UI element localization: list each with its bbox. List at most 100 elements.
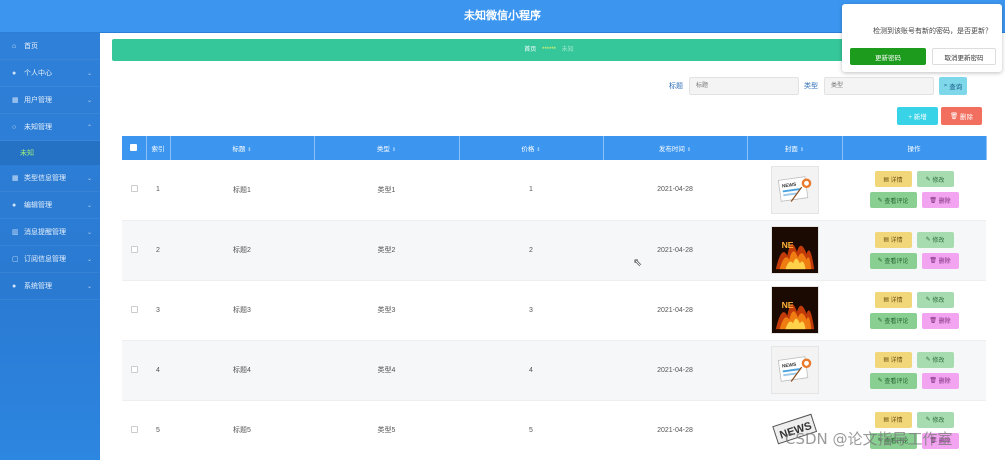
detail-button[interactable]: ▤ 详情: [874, 231, 912, 248]
edit-label: 修改: [932, 298, 945, 304]
row-select-cell[interactable]: [122, 400, 146, 460]
view-comments-button[interactable]: ✎ 查看评论: [869, 192, 917, 209]
sidebar-item-profile[interactable]: ● 个人中心 ⌄: [0, 60, 100, 87]
svg-text:NE: NE: [781, 240, 793, 250]
edit-button[interactable]: ✎ 修改: [916, 231, 954, 248]
delete-button[interactable]: 🗑 删除: [921, 312, 959, 329]
sidebar-item-unknown[interactable]: ○ 未知管理 ⌃: [0, 114, 100, 141]
home-icon: ⌂: [12, 42, 17, 50]
search-type-group: 类型: [804, 77, 934, 95]
column-header-label: 价格: [521, 146, 535, 153]
data-table: 索引 标题 ⇕ 类型 ⇕ 价格 ⇕ 发布时间 ⇕ 封面 ⇕ 操作 1 标题1 类型1 1 …: [122, 136, 987, 460]
chevron-up-icon: ⌃: [86, 124, 92, 131]
detail-label: 详情: [890, 177, 903, 184]
search-type-input[interactable]: [824, 77, 934, 95]
edit-label: 修改: [932, 238, 945, 244]
sidebar-item-home[interactable]: ⌂ 首页: [0, 33, 100, 60]
cell-title: 标题3: [170, 280, 314, 341]
sidebar-item-subscription[interactable]: ▢ 订阅信息管理 ⌄: [0, 246, 100, 273]
password-update-popup: 检测到该账号有新的密码，是否更新？ 更新密码 取消更新密码: [842, 4, 1002, 72]
sidebar-item-type-info[interactable]: ▦ 类型信息管理 ⌄: [0, 165, 100, 192]
column-header-price[interactable]: 价格 ⇕: [459, 136, 604, 160]
batch-delete-button[interactable]: 🗑 删除: [941, 107, 982, 125]
sidebar-subitem-label: 未知: [20, 150, 34, 157]
sort-icon: ⇕: [686, 147, 692, 153]
view-comments-button[interactable]: ✎ 查看评论: [869, 312, 917, 329]
search-title-group: 标题: [669, 77, 799, 95]
delete-label: 删除: [938, 379, 951, 385]
detail-button[interactable]: ▤ 详情: [874, 411, 912, 428]
trash-icon: 🗑: [929, 197, 937, 204]
detail-button[interactable]: ▤ 详情: [874, 291, 912, 308]
row-checkbox[interactable]: [130, 305, 138, 313]
row-select-cell[interactable]: [122, 220, 146, 281]
table-header-row: 索引 标题 ⇕ 类型 ⇕ 价格 ⇕ 发布时间 ⇕ 封面 ⇕ 操作: [122, 136, 987, 160]
row-checkbox[interactable]: [130, 365, 138, 373]
detail-label: 详情: [890, 238, 903, 244]
delete-label: 删除: [938, 319, 951, 325]
cell-title: 标题1: [170, 160, 314, 221]
query-button[interactable]: ⌕ 查询: [939, 77, 967, 95]
row-checkbox[interactable]: [130, 425, 138, 433]
users-icon: ▦: [12, 97, 19, 104]
cell-ops: ▤ 详情 ✎ 修改 ✎ 查看评论 🗑 删除: [842, 160, 986, 221]
search-title-label: 标题: [669, 83, 683, 90]
view-comments-button[interactable]: ✎ 查看评论: [869, 252, 917, 269]
app-title: 未知微信小程序: [464, 10, 541, 22]
delete-button[interactable]: 🗑 删除: [921, 372, 959, 389]
column-header-type[interactable]: 类型 ⇕: [314, 136, 460, 160]
detail-button[interactable]: ▤ 详情: [874, 171, 912, 188]
view-comments-button[interactable]: ✎ 查看评论: [869, 372, 917, 389]
cell-cover: NE: [747, 280, 842, 341]
sidebar-item-editor[interactable]: ● 编辑管理 ⌄: [0, 192, 100, 219]
delete-button[interactable]: 🗑 删除: [921, 252, 959, 269]
pencil-icon: ✎: [925, 176, 931, 183]
cell-title: 标题4: [170, 340, 314, 401]
sidebar-item-label: 消息提醒管理: [24, 229, 66, 236]
column-header-date[interactable]: 发布时间 ⇕: [603, 136, 748, 160]
sort-icon: ⇕: [391, 147, 397, 153]
cancel-update-button[interactable]: 取消更新密码: [932, 48, 996, 65]
add-button[interactable]: + 新增: [897, 107, 938, 125]
sort-icon: ⇕: [247, 147, 252, 153]
edit-label: 修改: [932, 177, 945, 184]
cell-ops: ▤ 详情 ✎ 修改 ✎ 查看评论 🗑 删除: [842, 280, 986, 341]
edit-label: 修改: [932, 358, 945, 364]
chevron-down-icon: ⌄: [86, 229, 92, 236]
row-checkbox[interactable]: [130, 185, 138, 193]
sidebar-item-message[interactable]: ▥ 消息提醒管理 ⌄: [0, 219, 100, 246]
cell-date: 2021-04-28: [603, 220, 747, 281]
row-checkbox[interactable]: [130, 245, 138, 253]
row-select-cell[interactable]: [122, 340, 146, 401]
column-header-title[interactable]: 标题 ⇕: [170, 136, 315, 160]
sidebar-item-users[interactable]: ▦ 用户管理 ⌄: [0, 87, 100, 114]
delete-button[interactable]: 🗑 删除: [921, 192, 959, 209]
row-select-cell[interactable]: [122, 160, 146, 221]
select-all-cell[interactable]: [122, 136, 147, 160]
select-all-checkbox[interactable]: [130, 143, 138, 151]
sidebar-item-system[interactable]: ● 系统管理 ⌄: [0, 273, 100, 300]
cell-price: 4: [459, 340, 603, 401]
detail-button[interactable]: ▤ 详情: [874, 351, 912, 368]
pencil-icon: ✎: [877, 318, 883, 324]
cell-date: 2021-04-28: [603, 160, 747, 221]
edit-button[interactable]: ✎ 修改: [916, 171, 954, 188]
cover-image-news: NEWS: [770, 346, 819, 394]
detail-label: 详情: [890, 298, 903, 304]
row-select-cell[interactable]: [122, 280, 146, 341]
update-password-button[interactable]: 更新密码: [850, 48, 926, 65]
edit-button[interactable]: ✎ 修改: [916, 411, 954, 428]
cell-index: 2: [146, 220, 170, 281]
breadcrumb-home[interactable]: 首页: [524, 47, 536, 53]
edit-button[interactable]: ✎ 修改: [916, 291, 954, 308]
sidebar-subitem-unknown[interactable]: 未知: [0, 141, 100, 165]
cell-cover: NE: [747, 220, 842, 281]
edit-button[interactable]: ✎ 修改: [916, 351, 954, 368]
cell-date: 2021-04-28: [603, 280, 747, 341]
column-header-cover[interactable]: 封面 ⇕: [747, 136, 843, 160]
search-title-input[interactable]: [689, 77, 799, 95]
pencil-icon: ✎: [925, 417, 931, 423]
pencil-icon: ✎: [925, 297, 931, 303]
detail-label: 详情: [890, 358, 903, 364]
cell-price: 1: [459, 160, 603, 221]
